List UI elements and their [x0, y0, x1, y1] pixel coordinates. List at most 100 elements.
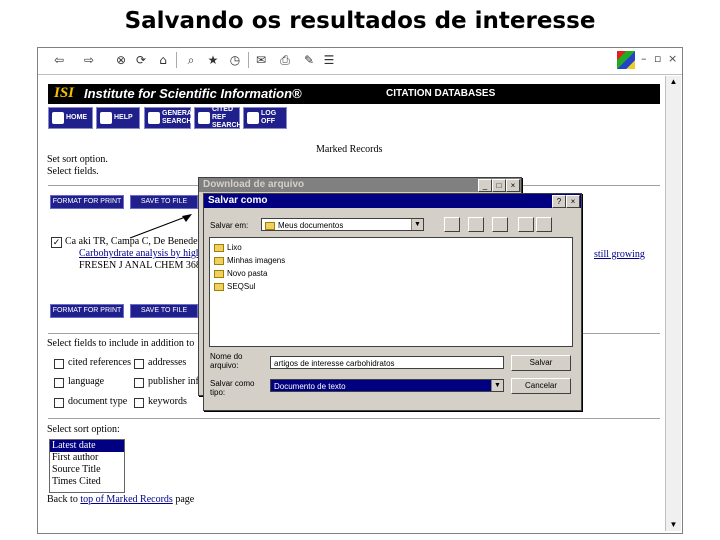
refresh-icon[interactable]: ⟳	[134, 53, 148, 67]
field-checkbox[interactable]	[134, 359, 144, 369]
save-button[interactable]: Salvar	[511, 355, 571, 371]
isi-logo: ISI	[54, 85, 75, 101]
record-checkbox[interactable]: ✓	[51, 237, 62, 248]
scroll-up-icon[interactable]: ▲	[666, 76, 681, 88]
folder-icon	[214, 244, 224, 252]
maximize-icon[interactable]: □	[492, 179, 506, 192]
field-checkbox[interactable]	[54, 359, 64, 369]
close-icon[interactable]: ×	[506, 179, 520, 192]
search-icon	[148, 112, 160, 124]
close-icon[interactable]: ×	[668, 52, 677, 65]
field-label: cited references	[68, 357, 132, 368]
isi-header-bar: ISI Institute for Scientific Information…	[48, 84, 660, 104]
field-checkbox[interactable]	[54, 398, 64, 408]
folder-item[interactable]: Novo pasta	[214, 268, 267, 280]
favorites-icon[interactable]: ★	[206, 53, 220, 67]
isi-name: Institute for Scientific Information®	[84, 86, 302, 101]
stop-icon[interactable]: ⊗	[114, 53, 128, 67]
folder-item[interactable]: Minhas imagens	[214, 255, 285, 267]
up-folder-icon[interactable]	[444, 217, 460, 232]
folder-item[interactable]: Lixo	[214, 242, 242, 254]
help-icon[interactable]: ?	[552, 195, 566, 208]
close-icon[interactable]: ×	[566, 195, 580, 208]
field-checkbox[interactable]	[54, 378, 64, 388]
field-label: language	[68, 376, 105, 387]
details-view-icon[interactable]	[536, 217, 552, 232]
sort-option-selected[interactable]: Latest date	[50, 440, 124, 452]
list-view-icon[interactable]	[518, 217, 534, 232]
edit-icon[interactable]: ✎	[302, 53, 316, 67]
back-to-top-link[interactable]: top of Marked Records	[80, 494, 172, 505]
vertical-scrollbar[interactable]: ▲ ▼	[665, 76, 681, 531]
desktop-icon[interactable]	[468, 217, 484, 232]
forward-icon[interactable]: ⇨	[82, 53, 96, 67]
page-heading: Marked Records	[316, 144, 383, 155]
record-title-continuation[interactable]: still growing	[594, 249, 645, 260]
save-to-file-button[interactable]: SAVE TO FILE	[130, 195, 198, 209]
nav-help-button[interactable]: HELP	[96, 107, 140, 129]
filetype-dropdown[interactable]: Documento de texto ▼	[270, 379, 504, 392]
field-label: addresses	[148, 357, 187, 368]
sort-option[interactable]: Times Cited	[50, 476, 124, 488]
folder-item[interactable]: SEQSul	[214, 281, 255, 293]
log-off-icon	[247, 112, 259, 124]
windows-logo-icon	[617, 51, 635, 69]
nav-home-button[interactable]: HOME	[48, 107, 93, 129]
field-label: document type	[68, 396, 128, 407]
record-title-link[interactable]: Carbohydrate analysis by high	[79, 248, 201, 259]
minimize-icon[interactable]: –	[641, 52, 647, 65]
restore-icon[interactable]: ▫	[654, 52, 661, 65]
folder-icon	[214, 257, 224, 265]
save-to-file-button-2[interactable]: SAVE TO FILE	[130, 304, 198, 318]
nav-log-off-button[interactable]: LOG OFF	[243, 107, 287, 129]
select-fields-text: Select fields.	[47, 166, 99, 177]
download-dialog-title: Download de arquivo	[199, 178, 521, 192]
sort-listbox[interactable]: Latest date First author Source Title Ti…	[49, 439, 125, 493]
filename-label: Nome do arquivo:	[210, 352, 243, 370]
select-sort-text: Select sort option:	[47, 424, 120, 435]
chevron-down-icon: ▼	[411, 219, 423, 230]
folder-icon	[214, 283, 224, 291]
chevron-down-icon: ▼	[491, 380, 503, 391]
field-checkbox[interactable]	[134, 398, 144, 408]
nav-cited-ref-search-button[interactable]: CITED REF SEARCH	[194, 106, 242, 129]
select-fields-include-text: Select fields to include in addition to	[47, 338, 195, 349]
discuss-icon[interactable]: ☰	[322, 53, 336, 67]
cancel-button[interactable]: Cancelar	[511, 378, 571, 394]
citation-databases-label: CITATION DATABASES	[386, 88, 496, 99]
mail-icon[interactable]: ✉	[254, 53, 268, 67]
field-checkbox[interactable]	[134, 378, 144, 388]
help-icon	[100, 112, 112, 124]
home-icon	[52, 112, 64, 124]
toolbar-separator	[176, 52, 177, 68]
back-icon[interactable]: ⇦	[52, 53, 66, 67]
scroll-down-icon[interactable]: ▼	[666, 519, 681, 531]
field-label: publisher info	[148, 376, 200, 387]
folder-icon	[214, 270, 224, 278]
record-journal: FRESEN J ANAL CHEM 368	[79, 260, 201, 271]
save-as-dialog-title: Salvar como	[204, 194, 581, 208]
sort-option[interactable]: Source Title	[50, 464, 124, 476]
folder-icon	[265, 221, 275, 230]
browser-toolbar: ⇦ ⇨ ⊗ ⟳ ⌂ ⌕ ★ ◷ ✉ ⎙ ✎ ☰ – ▫ ×	[38, 48, 682, 75]
history-icon[interactable]: ◷	[228, 53, 242, 67]
cited-ref-icon	[198, 112, 210, 124]
sort-option[interactable]: First author	[50, 452, 124, 464]
nav-general-search-button[interactable]: GENERAL SEARCH	[144, 107, 196, 129]
filename-input[interactable]: artigos de interesse carbohidratos	[270, 356, 504, 369]
toolbar-separator	[248, 52, 249, 68]
slide-title: Salvando os resultados de interesse	[124, 8, 596, 34]
print-icon[interactable]: ⎙	[278, 53, 292, 67]
format-for-print-button[interactable]: FORMAT FOR PRINT	[50, 195, 124, 209]
new-folder-icon[interactable]	[492, 217, 508, 232]
save-as-dialog: Salvar como ? × Salvar em: Meus document…	[203, 193, 582, 411]
save-in-dropdown[interactable]: Meus documentos ▼	[261, 218, 424, 231]
search-icon[interactable]: ⌕	[184, 53, 198, 67]
filetype-label: Salvar como tipo:	[210, 379, 255, 397]
field-label: keywords	[148, 396, 187, 407]
minimize-icon[interactable]: _	[478, 179, 492, 192]
format-for-print-button-2[interactable]: FORMAT FOR PRINT	[50, 304, 124, 318]
file-list[interactable]: Lixo Minhas imagens Novo pasta SEQSul	[209, 237, 573, 347]
back-to-top-text: Back to top of Marked Records page	[47, 494, 195, 505]
home-icon[interactable]: ⌂	[156, 53, 170, 67]
